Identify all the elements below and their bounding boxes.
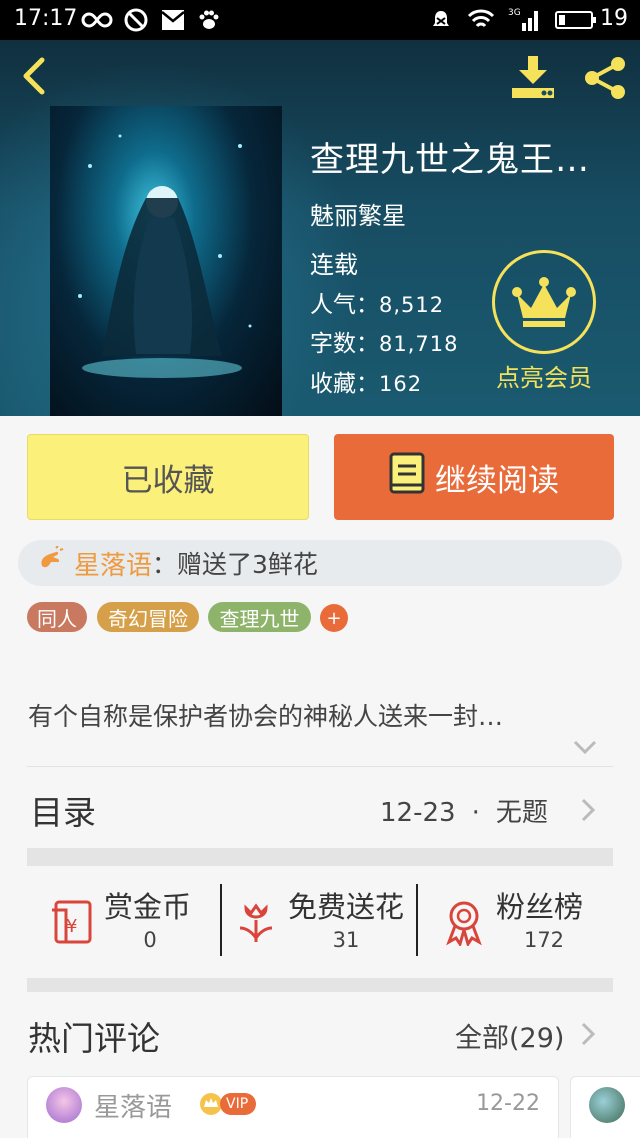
section-separator bbox=[27, 978, 613, 992]
collected-button[interactable]: 已收藏 bbox=[27, 434, 309, 520]
toc-latest-date: 12-23 bbox=[380, 798, 456, 828]
book-author[interactable]: 魅丽繁星 bbox=[310, 196, 406, 231]
book-icon bbox=[389, 452, 425, 502]
section-separator bbox=[27, 848, 613, 866]
comment-card[interactable] bbox=[570, 1076, 640, 1138]
mail-icon bbox=[160, 6, 186, 34]
collected-label: 已收藏 bbox=[121, 462, 215, 499]
signal-icon: 3G bbox=[508, 6, 542, 34]
red-envelope-icon: ¥ bbox=[48, 898, 96, 946]
comment-date: 12-22 bbox=[476, 1091, 540, 1116]
mute-bell-icon bbox=[428, 6, 454, 34]
tag-fantasy-adventure[interactable]: 奇幻冒险 bbox=[97, 602, 199, 632]
comment-user[interactable]: 星落语 bbox=[94, 1087, 172, 1124]
all-comments-link[interactable]: 全部(29) bbox=[455, 1016, 564, 1055]
crown-icon bbox=[512, 277, 576, 327]
flower-icon bbox=[232, 898, 280, 946]
fan-ranking-count: 172 bbox=[523, 928, 565, 952]
avatar[interactable] bbox=[589, 1087, 625, 1123]
paw-icon bbox=[196, 6, 222, 34]
wifi-icon bbox=[466, 6, 496, 34]
divider bbox=[416, 884, 418, 956]
tag-fantasy-adventure-label: 奇幻冒险 bbox=[108, 606, 188, 631]
network-type-text: 3G bbox=[508, 8, 521, 18]
tag-charlie-ix-label: 查理九世 bbox=[219, 606, 300, 631]
chevron-right-icon bbox=[581, 1022, 596, 1046]
popularity-value: 8,512 bbox=[379, 293, 445, 317]
word-count-stat: 字数：81,718 bbox=[310, 324, 458, 358]
book-description[interactable]: 有个自称是保护者协会的神秘人送来一封… bbox=[28, 697, 608, 733]
download-icon bbox=[512, 56, 554, 98]
divider bbox=[27, 766, 613, 767]
tag-fanfic-label: 同人 bbox=[37, 606, 77, 631]
book-status: 连载 bbox=[310, 251, 358, 279]
status-bar: 17:17 3G 19 bbox=[0, 0, 640, 40]
reward-coins-label: 赏金币 bbox=[104, 890, 192, 924]
word-count-label: 字数： bbox=[310, 331, 379, 357]
share-icon bbox=[585, 57, 625, 99]
block-icon bbox=[122, 6, 150, 34]
popularity-label: 人气： bbox=[310, 292, 379, 318]
chevron-right-icon bbox=[581, 798, 596, 822]
membership-badge[interactable] bbox=[492, 250, 596, 354]
book-hero: 查理九世之鬼王… 魅丽繁星 连载 人气：8,512 字数：81,718 收藏：1… bbox=[0, 40, 640, 416]
back-arrow-icon bbox=[23, 57, 45, 95]
continue-reading-label: 继续阅读 bbox=[435, 462, 559, 499]
add-tag-button[interactable]: + bbox=[320, 604, 348, 632]
favorites-label: 收藏： bbox=[310, 371, 379, 397]
reward-coins-count: 0 bbox=[143, 928, 157, 952]
back-button[interactable] bbox=[14, 54, 58, 98]
favorites-stat: 收藏：162 bbox=[310, 364, 422, 398]
toc-latest-chapter[interactable]: 12-23 · 无题 bbox=[380, 792, 548, 829]
send-flowers-count: 31 bbox=[332, 928, 360, 952]
fan-ranking-button[interactable]: 粉丝榜 172 bbox=[440, 880, 610, 960]
gift-user[interactable]: 星落语 bbox=[74, 545, 152, 582]
send-flowers-label: 免费送花 bbox=[288, 890, 405, 924]
fan-ranking-label: 粉丝榜 bbox=[496, 890, 584, 924]
chevron-down-icon bbox=[573, 740, 597, 755]
continue-reading-button[interactable]: 继续阅读 bbox=[334, 434, 614, 520]
infinity-icon bbox=[80, 6, 114, 34]
divider bbox=[220, 884, 222, 956]
comment-card[interactable]: 星落语 VIP 12-22 bbox=[27, 1076, 559, 1138]
tag-charlie-ix[interactable]: 查理九世 bbox=[208, 602, 311, 632]
download-button[interactable] bbox=[508, 54, 558, 100]
toc-separator: · bbox=[471, 798, 480, 828]
book-title: 查理九世之鬼王… bbox=[310, 140, 590, 180]
avatar[interactable] bbox=[46, 1087, 82, 1123]
vip-badge: VIP bbox=[220, 1093, 257, 1115]
status-time: 17:17 bbox=[14, 6, 78, 31]
membership-label[interactable]: 点亮会员 bbox=[476, 358, 612, 393]
medal-icon bbox=[440, 898, 488, 948]
send-flowers-button[interactable]: 免费送花 31 bbox=[232, 880, 412, 960]
battery-level: 19 bbox=[600, 6, 628, 31]
battery-icon bbox=[554, 6, 598, 34]
book-cover-image[interactable] bbox=[50, 106, 282, 416]
word-count-value: 81,718 bbox=[379, 332, 459, 356]
toc-title[interactable]: 目录 bbox=[30, 786, 96, 834]
hot-comments-title: 热门评论 bbox=[28, 1019, 160, 1058]
clap-icon bbox=[36, 545, 64, 580]
plus-icon: + bbox=[326, 607, 342, 629]
share-button[interactable] bbox=[580, 54, 630, 100]
svg-text:¥: ¥ bbox=[66, 916, 77, 937]
gift-message: ：赠送了3鲜花 bbox=[152, 550, 318, 579]
toc-latest-title: 无题 bbox=[495, 798, 548, 828]
gift-notice[interactable]: 星落语 ：赠送了3鲜花 bbox=[18, 540, 622, 586]
favorites-value: 162 bbox=[379, 372, 423, 396]
reward-coins-button[interactable]: ¥ 赏金币 0 bbox=[48, 880, 218, 960]
expand-description-button[interactable] bbox=[572, 738, 598, 756]
tag-fanfic[interactable]: 同人 bbox=[27, 602, 87, 632]
popularity-stat: 人气：8,512 bbox=[310, 285, 444, 319]
